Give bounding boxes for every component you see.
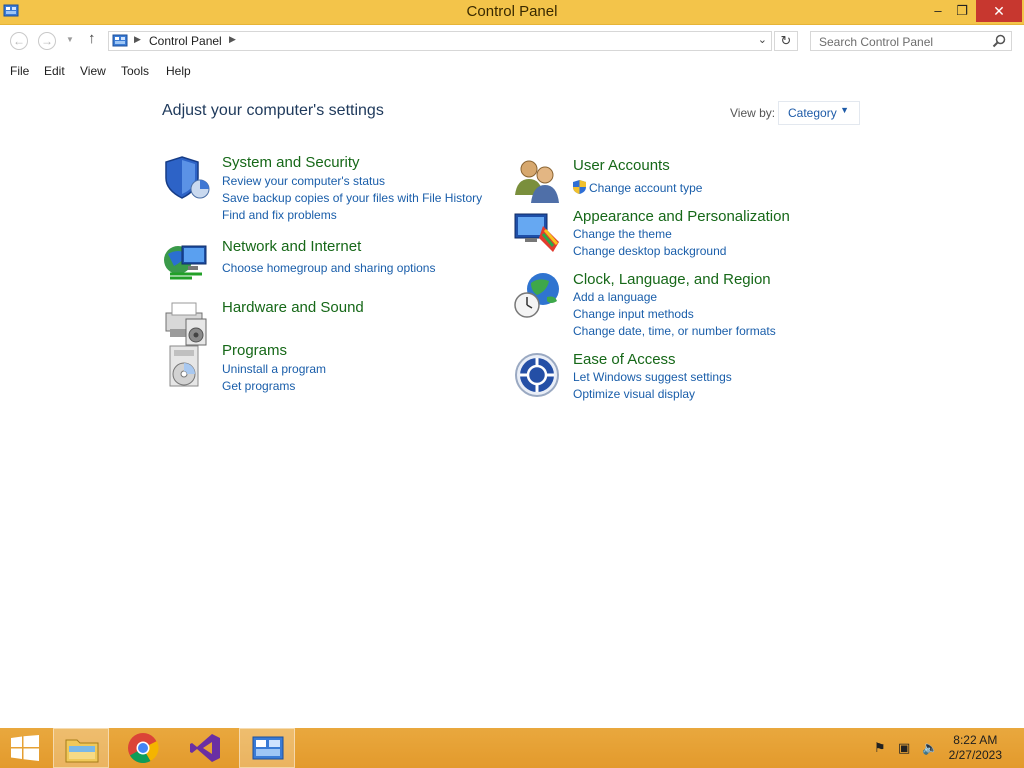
taskbar-file-explorer[interactable]	[53, 728, 109, 768]
search-placeholder: Search Control Panel	[819, 35, 934, 49]
link-review-status[interactable]: Review your computer's status	[222, 174, 385, 188]
category-title[interactable]: Network and Internet	[222, 238, 361, 255]
category-title[interactable]: Ease of Access	[573, 351, 676, 368]
link-change-theme[interactable]: Change the theme	[573, 227, 672, 241]
category-clock-language-region: Clock, Language, and Region Add a langua…	[513, 271, 853, 341]
restore-button[interactable]: ❐	[948, 0, 976, 22]
search-input[interactable]: Search Control Panel	[810, 31, 1012, 51]
up-button[interactable]: ↑	[88, 30, 96, 47]
volume-icon[interactable]: 🔈	[922, 740, 938, 756]
clock-date: 2/27/2023	[948, 748, 1002, 762]
system-clock[interactable]: 8:22 AM 2/27/2023	[949, 733, 1002, 763]
chrome-icon	[128, 733, 159, 764]
folder-icon	[65, 739, 99, 763]
control-panel-icon	[252, 736, 284, 760]
arrow-right-icon: →	[41, 34, 53, 48]
category-title[interactable]: System and Security	[222, 154, 360, 171]
chevron-down-icon: ▼	[66, 35, 74, 44]
taskbar-visual-studio[interactable]	[177, 728, 233, 768]
refresh-button[interactable]: ↻	[774, 31, 798, 51]
category-title[interactable]: Appearance and Personalization	[573, 208, 790, 225]
uac-shield-icon	[573, 180, 586, 194]
search-icon[interactable]	[991, 33, 1007, 49]
link-uninstall-program[interactable]: Uninstall a program	[222, 362, 326, 376]
caret-down-icon: ▼	[840, 105, 849, 115]
menu-bar: File Edit View Tools Help	[0, 60, 1024, 82]
link-change-desktop-background[interactable]: Change desktop background	[573, 244, 726, 258]
action-center-flag-icon[interactable]: ⚑	[874, 740, 886, 756]
navigation-bar: ← → ▼ ↑ ▶ Control Panel ▶ ⌄ ↻ Search Con…	[0, 25, 1024, 59]
category-title[interactable]: Programs	[222, 342, 287, 359]
link-change-date-time-formats[interactable]: Change date, time, or number formats	[573, 324, 776, 338]
title-bar: Control Panel – ❐ ✕	[0, 0, 1024, 25]
category-network-and-internet: Network and Internet Choose homegroup an…	[162, 238, 502, 288]
category-hardware-and-sound: Hardware and Sound	[162, 299, 502, 346]
category-programs: Programs Uninstall a program Get program…	[162, 342, 502, 398]
forward-button[interactable]: →	[38, 32, 56, 50]
network-icon[interactable]: ▣	[898, 740, 910, 756]
address-bar[interactable]: ▶ Control Panel ▶ ⌄	[108, 31, 772, 51]
clock-time: 8:22 AM	[953, 733, 998, 747]
link-homegroup-sharing[interactable]: Choose homegroup and sharing options	[222, 261, 435, 275]
link-change-account-type[interactable]: Change account type	[573, 180, 702, 195]
taskbar: ⚑ ▣ 🔈 8:22 AM 2/27/2023	[0, 728, 1024, 768]
windows-logo-icon	[11, 735, 39, 761]
link-label: Change account type	[589, 181, 703, 195]
link-optimize-visual-display[interactable]: Optimize visual display	[573, 387, 695, 401]
link-windows-suggest-settings[interactable]: Let Windows suggest settings	[573, 370, 732, 384]
link-file-history[interactable]: Save backup copies of your files with Fi…	[222, 191, 482, 205]
menu-edit[interactable]: Edit	[44, 64, 65, 78]
category-title[interactable]: User Accounts	[573, 157, 670, 174]
category-title[interactable]: Clock, Language, and Region	[573, 271, 771, 288]
programs-disc-icon[interactable]	[162, 342, 210, 390]
ease-of-access-icon[interactable]	[513, 351, 561, 399]
clock-globe-icon[interactable]	[513, 271, 561, 319]
taskbar-chrome[interactable]	[115, 728, 171, 768]
back-button[interactable]: ←	[10, 32, 28, 50]
breadcrumb-separator-icon[interactable]: ▶	[229, 34, 236, 45]
refresh-icon: ↻	[780, 33, 792, 48]
close-button[interactable]: ✕	[976, 0, 1022, 22]
breadcrumb-separator-icon[interactable]: ▶	[134, 34, 141, 45]
start-button[interactable]	[0, 728, 50, 768]
printer-speaker-icon[interactable]	[162, 299, 210, 347]
category-system-and-security: System and Security Review your computer…	[162, 154, 502, 224]
menu-file[interactable]: File	[10, 64, 29, 78]
shield-icon[interactable]	[162, 154, 210, 202]
arrow-up-icon: ↑	[88, 30, 96, 47]
taskbar-control-panel[interactable]	[239, 728, 295, 768]
monitor-palette-icon[interactable]	[513, 208, 561, 256]
link-change-input-methods[interactable]: Change input methods	[573, 307, 694, 321]
recent-locations-dropdown[interactable]: ▼	[66, 35, 74, 44]
address-dropdown-icon[interactable]: ⌄	[758, 33, 767, 46]
link-get-programs[interactable]: Get programs	[222, 379, 295, 393]
link-find-fix-problems[interactable]: Find and fix problems	[222, 208, 337, 222]
breadcrumb-control-panel[interactable]: Control Panel	[149, 34, 222, 48]
category-ease-of-access: Ease of Access Let Windows suggest setti…	[513, 351, 853, 407]
window-title: Control Panel	[466, 3, 558, 20]
arrow-left-icon: ←	[13, 34, 25, 48]
category-appearance-and-personalization: Appearance and Personalization Change th…	[513, 208, 853, 264]
view-by-label: View by:	[730, 106, 776, 120]
menu-help[interactable]: Help	[166, 64, 191, 78]
menu-tools[interactable]: Tools	[121, 64, 149, 78]
visual-studio-icon	[190, 734, 220, 762]
page-title: Adjust your computer's settings	[162, 102, 384, 119]
category-title[interactable]: Hardware and Sound	[222, 299, 364, 316]
control-panel-icon	[112, 34, 128, 47]
view-by-dropdown[interactable]: Category ▼	[778, 101, 860, 125]
link-add-language[interactable]: Add a language	[573, 290, 657, 304]
view-by-value: Category	[788, 106, 837, 120]
users-icon[interactable]	[513, 157, 561, 205]
category-user-accounts: User Accounts Change account type	[513, 157, 853, 203]
network-globe-icon[interactable]	[162, 238, 210, 286]
menu-view[interactable]: View	[80, 64, 106, 78]
